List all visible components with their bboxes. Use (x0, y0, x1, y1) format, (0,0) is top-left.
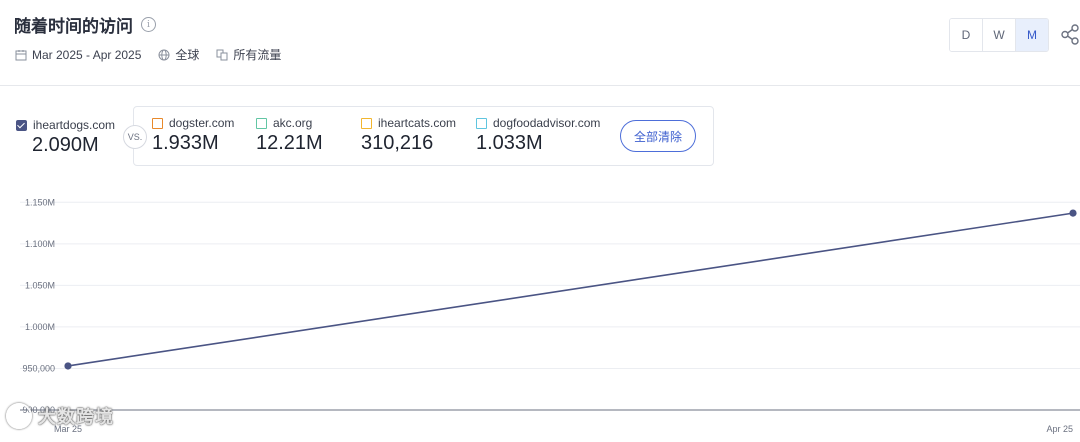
calendar-icon (14, 48, 27, 61)
competitor-checkbox[interactable] (256, 117, 267, 129)
period-button-week[interactable]: W (983, 19, 1016, 51)
series-line (67, 212, 1074, 367)
watermark: 大数跨境 (6, 403, 114, 429)
competitor-checkbox[interactable] (152, 117, 163, 129)
y-tick-label: 1.050M (25, 280, 55, 290)
primary-site: iheartdogs.com 2.090M (16, 118, 115, 157)
traffic-filter[interactable]: 所有流量 (233, 46, 281, 63)
primary-site-name: iheartdogs.com (33, 118, 116, 132)
y-tick-label: 1.150M (25, 197, 55, 207)
x-tick-label: Apr 25 (1046, 424, 1073, 434)
data-point[interactable] (1069, 209, 1077, 217)
y-tick-label: 1.100M (25, 239, 55, 249)
globe-icon (157, 48, 170, 61)
competitor-iheartcats[interactable]: iheartcats.com 310,216 (361, 116, 456, 155)
info-icon[interactable]: i (141, 17, 156, 32)
competitor-value: 1.933M (152, 132, 219, 154)
competitor-name: dogster.com (169, 116, 235, 130)
watermark-text: 大数跨境 (38, 407, 114, 427)
header: 随着时间的访问 i Mar 2025 - Apr 2025 全球 所有流量 (14, 12, 281, 63)
clear-all-button[interactable]: 全部清除 (620, 120, 696, 152)
vs-badge: VS. (123, 125, 147, 149)
filter-summary: Mar 2025 - Apr 2025 全球 所有流量 (14, 46, 281, 63)
competitor-checkbox[interactable] (476, 117, 487, 129)
y-tick-label: 1.000M (25, 322, 55, 332)
competitor-dogfoodadvisor[interactable]: dogfoodadvisor.com 1.033M (476, 116, 600, 155)
share-icon[interactable] (1061, 24, 1080, 50)
visits-line-chart: 900,000 950,000 1.000M 1.050M 1.100M 1.150M Ma… (0, 170, 1080, 442)
header-divider (0, 85, 1080, 86)
page-title: 随着时间的访问 (14, 17, 133, 36)
primary-site-value: 2.090M (32, 134, 99, 156)
competitor-checkbox[interactable] (361, 117, 372, 129)
region-filter[interactable]: 全球 (175, 46, 199, 63)
traffic-source-icon (215, 48, 228, 61)
competitor-name: dogfoodadvisor.com (493, 116, 601, 130)
competitor-name: iheartcats.com (378, 116, 457, 130)
data-point[interactable] (64, 362, 72, 370)
competitor-value: 1.033M (476, 132, 543, 154)
watermark-logo-icon (6, 403, 32, 429)
period-toggle: D W M (949, 18, 1049, 52)
competitor-value: 310,216 (361, 132, 434, 154)
date-range[interactable]: Mar 2025 - Apr 2025 (32, 48, 141, 62)
competitor-name: akc.org (273, 116, 313, 130)
competitor-panel: dogster.com 1.933M akc.org 12.21M iheart… (133, 106, 714, 166)
period-button-day[interactable]: D (950, 19, 983, 51)
chart-svg: 900,000950,0001.000M1.050M1.100M1.150MMa… (20, 197, 1080, 434)
period-button-month[interactable]: M (1016, 19, 1048, 51)
competitor-dogster[interactable]: dogster.com 1.933M (152, 116, 234, 155)
competitor-value: 12.21M (256, 132, 323, 154)
primary-site-checkbox[interactable] (16, 119, 27, 131)
competitor-akc[interactable]: akc.org 12.21M (256, 116, 323, 155)
y-tick-label: 950,000 (22, 363, 55, 373)
